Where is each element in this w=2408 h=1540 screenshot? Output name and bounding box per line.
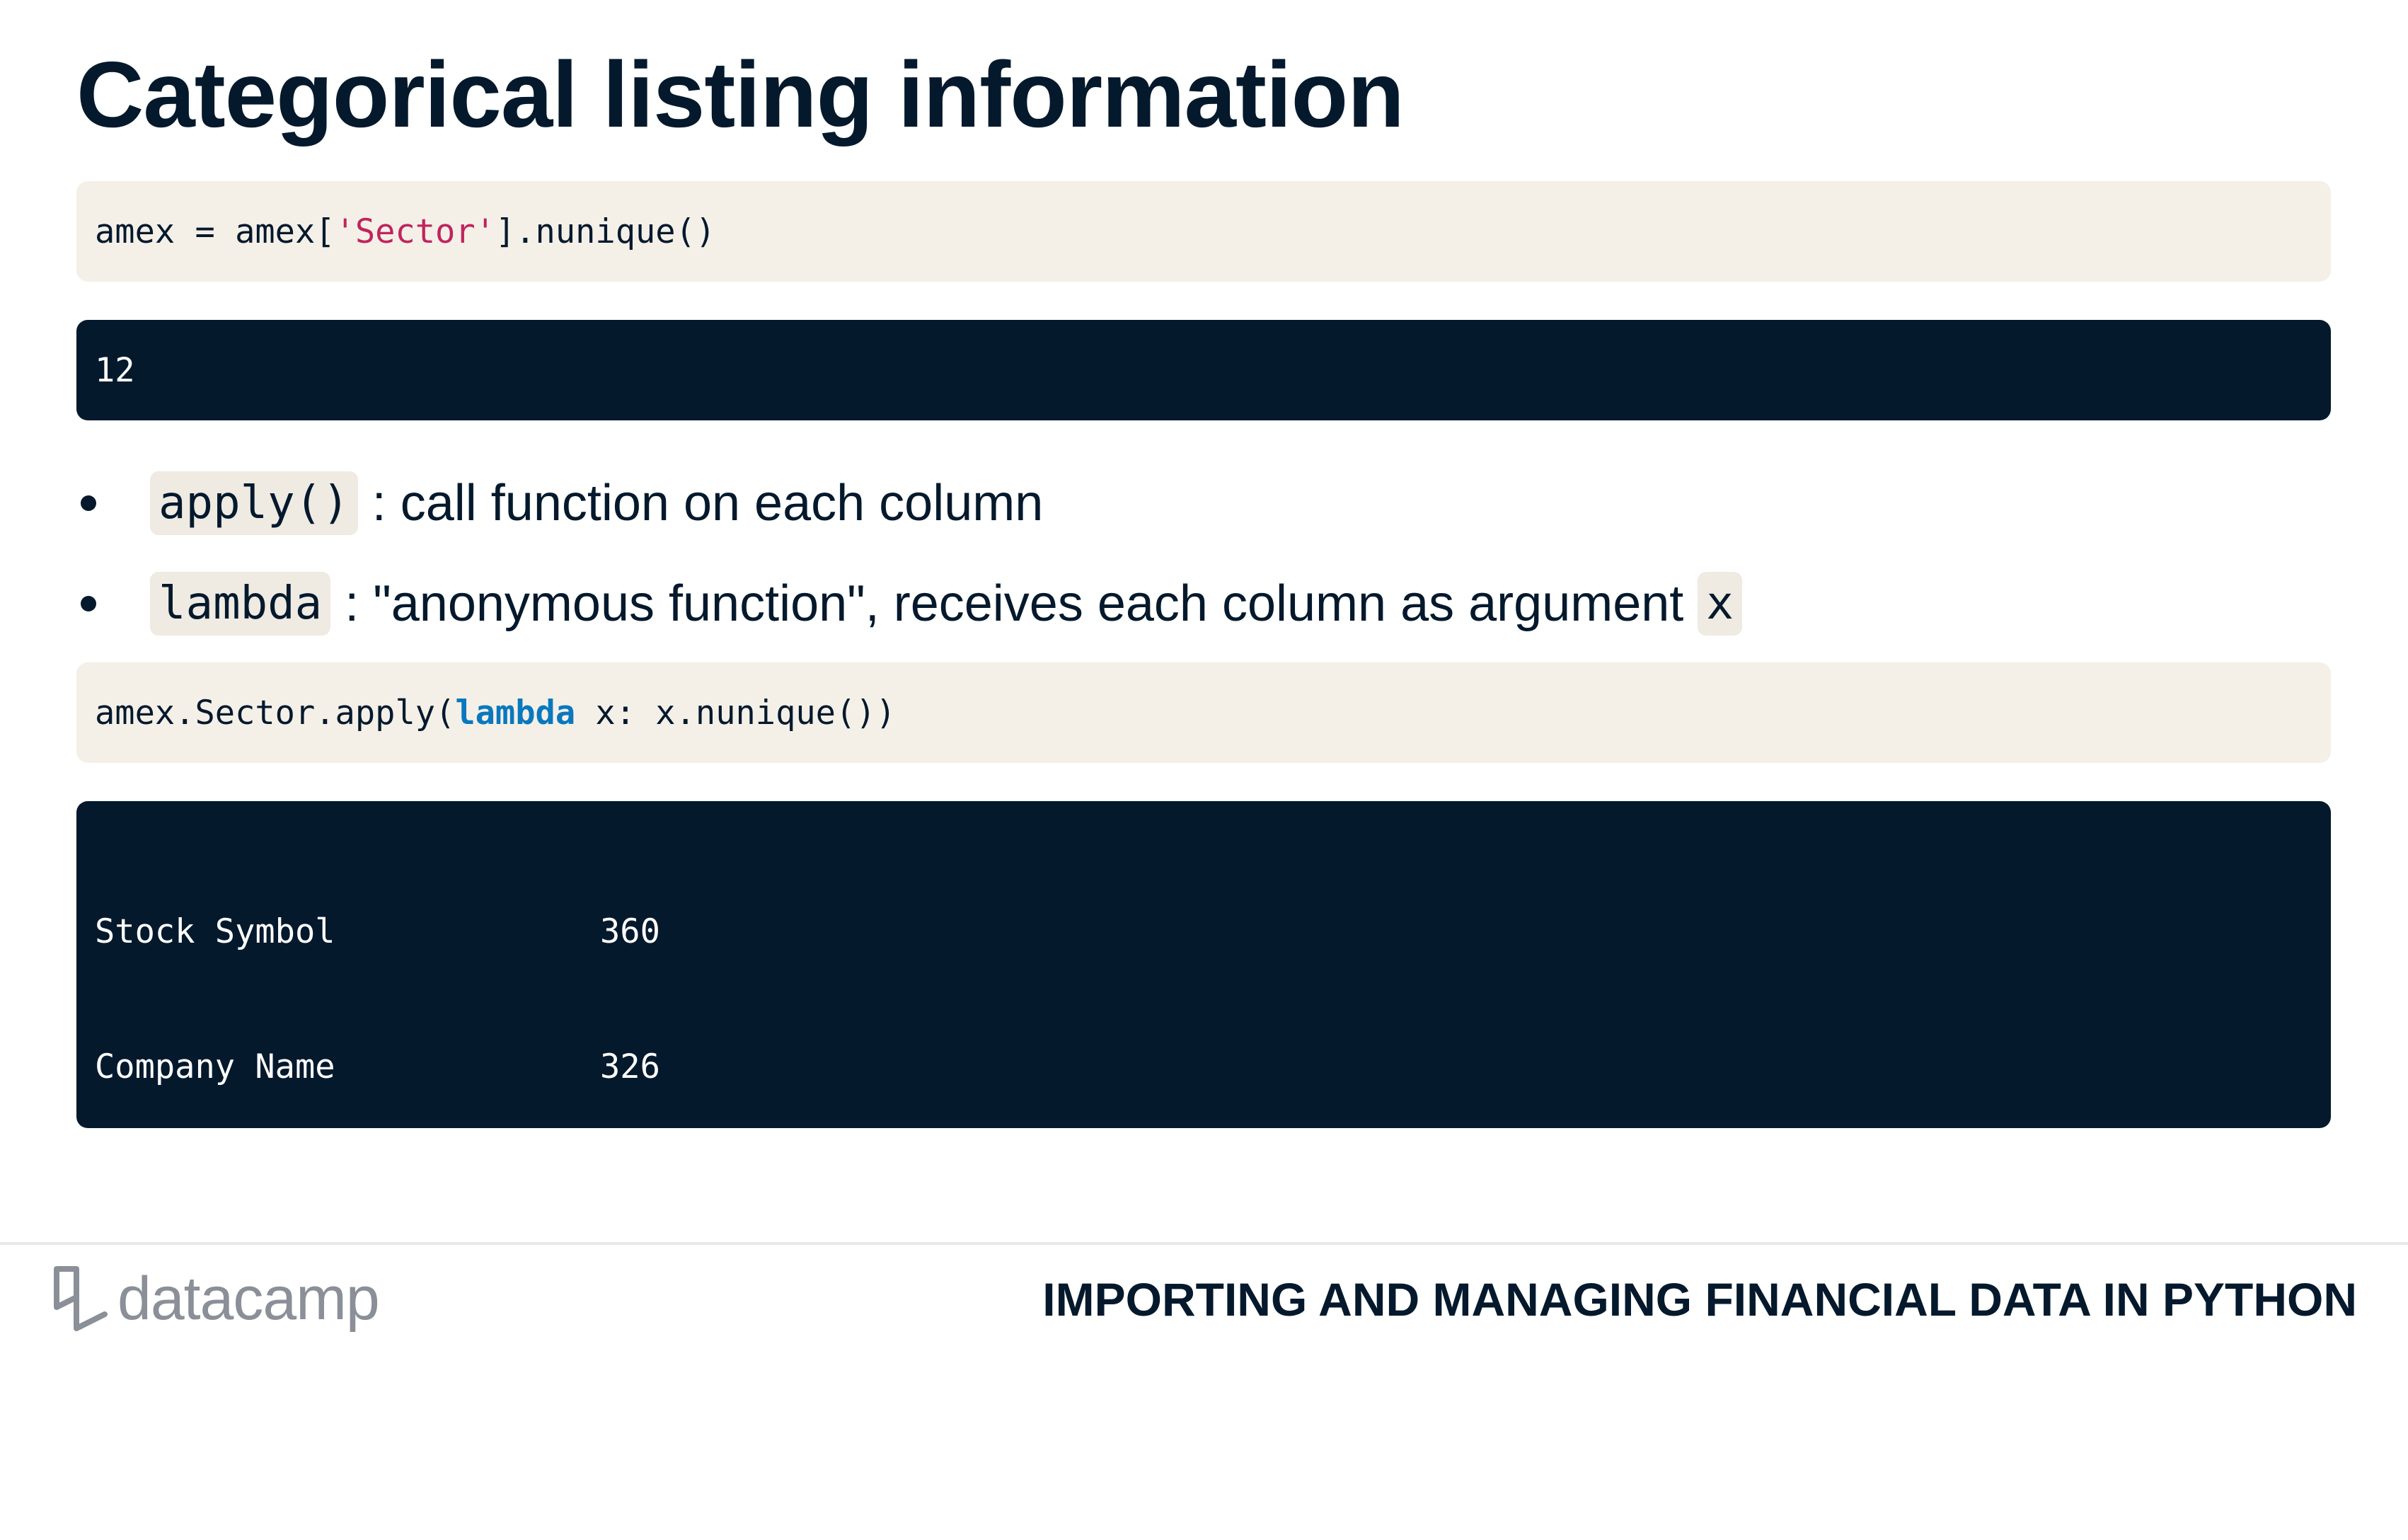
code-prefix: amex.Sector.apply( xyxy=(95,693,456,732)
bullet-dot-icon xyxy=(81,495,96,511)
output-label: Company Name xyxy=(95,1047,335,1086)
inline-code-x: x xyxy=(1698,572,1742,636)
datacamp-logo-icon xyxy=(54,1266,108,1331)
output-label: Stock Symbol xyxy=(95,912,335,951)
footer-divider xyxy=(0,1242,2408,1245)
code-suffix: x: x.nunique()) xyxy=(575,693,896,732)
bullet-item-lambda: lambda : "anonymous function", receives … xyxy=(71,553,1742,654)
output-value: 12 xyxy=(95,350,135,390)
output-label: Last Sale xyxy=(95,1183,275,1222)
bullet-dot-icon xyxy=(81,596,96,611)
inline-code-lambda: lambda xyxy=(150,572,331,636)
code-suffix: ].nunique() xyxy=(495,212,716,251)
code-block-nunique: amex = amex['Sector'].nunique() xyxy=(76,181,2331,282)
course-title: IMPORTING AND MANAGING FINANCIAL DATA IN… xyxy=(1042,1273,2357,1326)
output-value: 360 xyxy=(600,912,660,951)
logo-text: datacamp xyxy=(117,1264,380,1333)
output-ellipsis: ... xyxy=(95,1453,155,1492)
output-row: Last Sale 323 xyxy=(95,1173,2312,1231)
datacamp-logo: datacamp xyxy=(50,1260,380,1338)
output-block-apply: Stock Symbol 360 Company Name 326 Last S… xyxy=(76,801,2331,1492)
output-value: 317 xyxy=(600,1318,660,1357)
code-keyword: lambda xyxy=(455,693,576,732)
bullet-item-apply: apply() : call function on each column xyxy=(71,453,1742,553)
output-row: Stock Symbol 360 xyxy=(95,903,2312,960)
inline-code-apply: apply() xyxy=(150,471,358,535)
output-row: Company Name 326 xyxy=(95,1038,2312,1096)
output-ellipsis-row: ... xyxy=(95,1444,2312,1501)
code-prefix: amex = amex[ xyxy=(95,212,335,251)
output-value: 323 xyxy=(600,1183,660,1222)
code-string-literal: 'Sector' xyxy=(335,212,495,251)
slide-title: Categorical listing information xyxy=(76,42,1405,146)
bullet-list: apply() : call function on each column l… xyxy=(71,453,1742,654)
output-value: 326 xyxy=(600,1047,660,1086)
bullet-text: : "anonymous function", receives each co… xyxy=(330,575,1698,632)
bullet-text: : call function on each column xyxy=(357,475,1044,531)
output-block-nunique: 12 xyxy=(76,320,2331,420)
code-block-apply-lambda: amex.Sector.apply(lambda x: x.nunique()) xyxy=(76,662,2331,763)
